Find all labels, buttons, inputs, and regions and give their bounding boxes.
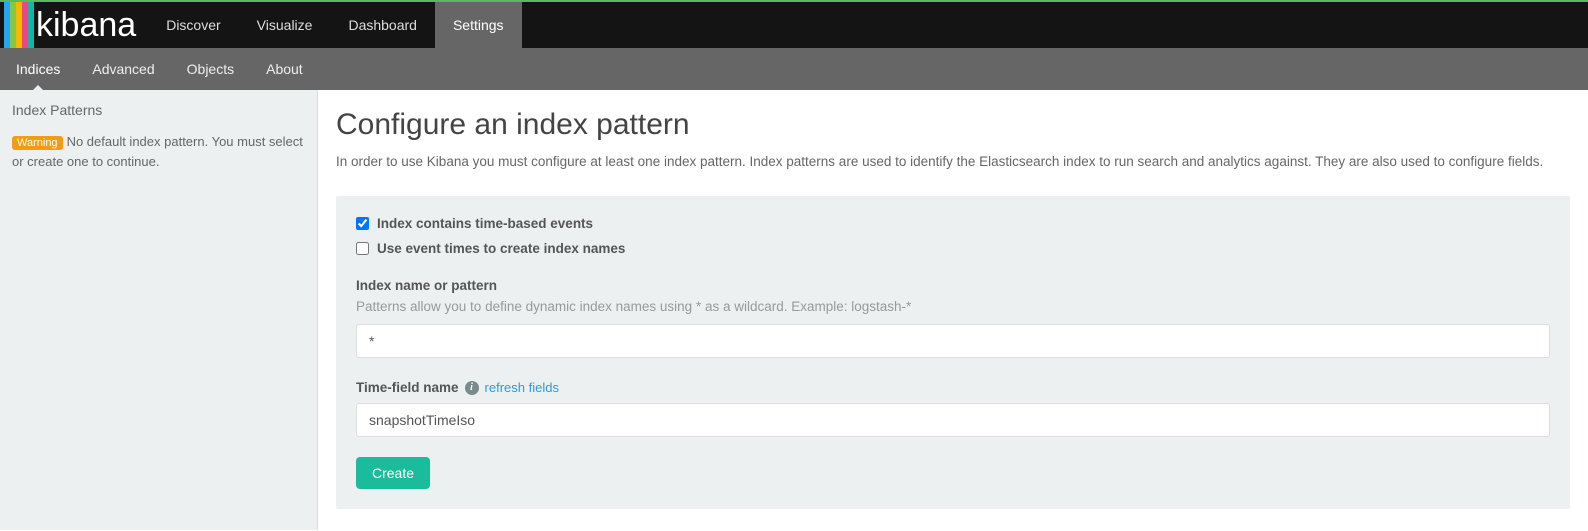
time-based-checkbox[interactable] [356,217,369,230]
main-content: Configure an index pattern In order to u… [318,90,1588,530]
time-field-select[interactable]: snapshotTimeIso [356,403,1550,437]
sidebar-title: Index Patterns [12,102,305,118]
page-description: In order to use Kibana you must configur… [336,152,1570,172]
event-times-row: Use event times to create index names [356,241,1550,256]
top-nav-list: Discover Visualize Dashboard Settings [148,2,521,48]
index-name-input[interactable] [356,324,1550,358]
sidebar-warning: WarningNo default index pattern. You mus… [12,132,305,171]
tab-indices[interactable]: Indices [0,48,76,90]
brand-logo[interactable]: kibana [0,2,148,48]
content-row: Index Patterns WarningNo default index p… [0,90,1588,530]
time-based-label[interactable]: Index contains time-based events [377,216,593,231]
nav-discover[interactable]: Discover [148,2,238,48]
brand-stripes [4,2,34,48]
tab-objects[interactable]: Objects [171,48,250,90]
page-title: Configure an index pattern [336,108,1570,142]
time-field-label: Time-field name [356,380,459,395]
tab-about[interactable]: About [250,48,319,90]
event-times-label[interactable]: Use event times to create index names [377,241,625,256]
time-field-value: snapshotTimeIso [369,412,475,428]
event-times-checkbox[interactable] [356,242,369,255]
time-field-row: Time-field name i refresh fields [356,380,1550,395]
tab-advanced[interactable]: Advanced [76,48,170,90]
brand-text: kibana [36,6,136,45]
settings-subnav: Indices Advanced Objects About [0,48,1588,90]
index-name-label: Index name or pattern [356,278,1550,293]
nav-visualize[interactable]: Visualize [239,2,331,48]
time-based-row: Index contains time-based events [356,216,1550,231]
index-pattern-form: Index contains time-based events Use eve… [336,196,1570,509]
refresh-fields-link[interactable]: refresh fields [485,380,559,395]
index-name-hint: Patterns allow you to define dynamic ind… [356,299,1550,314]
top-navbar: kibana Discover Visualize Dashboard Sett… [0,2,1588,48]
nav-dashboard[interactable]: Dashboard [330,2,435,48]
sidebar: Index Patterns WarningNo default index p… [0,90,318,530]
create-button[interactable]: Create [356,457,430,489]
nav-settings[interactable]: Settings [435,2,522,48]
info-icon[interactable]: i [465,381,479,395]
warning-badge: Warning [12,136,63,150]
